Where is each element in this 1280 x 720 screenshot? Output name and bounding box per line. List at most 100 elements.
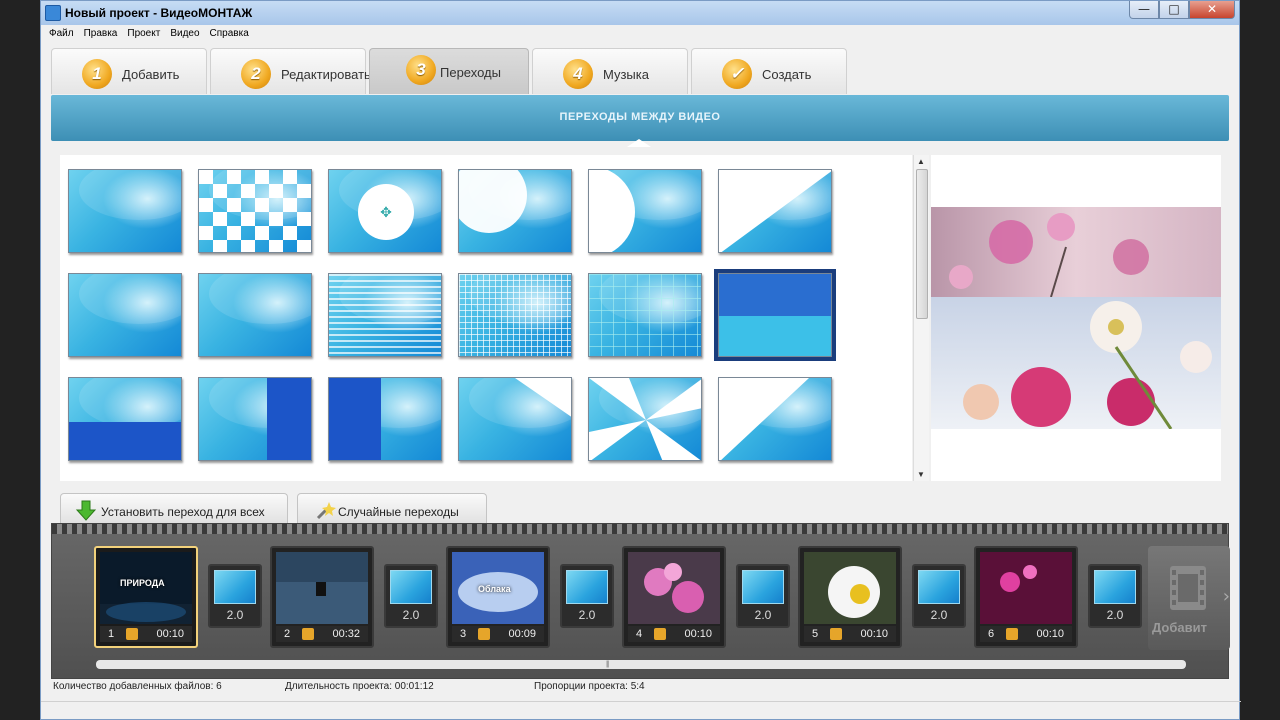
transition-thumbnail[interactable]: ✥ [328, 169, 442, 253]
edit-pencil-icon[interactable] [1006, 628, 1018, 640]
step-music[interactable]: 4 Музыка [532, 48, 688, 94]
clip-number: 2 [284, 628, 291, 640]
close-button[interactable]: ✕ [1189, 1, 1235, 19]
scroll-up-icon[interactable]: ▲ [917, 157, 925, 166]
transition-thumbnail [390, 570, 432, 604]
step-label: Редактировать [281, 67, 371, 82]
set-all-label: Установить переход для всех [101, 505, 265, 519]
menu-bar: Файл Правка Проект Видео Справка [41, 25, 1239, 42]
section-banner: ПЕРЕХОДЫ МЕЖДУ ВИДЕО [51, 95, 1229, 147]
scroll-down-icon[interactable]: ▼ [917, 470, 925, 479]
transition-thumbnail[interactable] [198, 377, 312, 461]
clip-duration: 00:32 [332, 628, 360, 640]
transition-thumbnail[interactable] [68, 377, 182, 461]
clip-title: ПРИРОДА [120, 578, 165, 588]
storyboard-clip[interactable]: Облака 3 00:09 [446, 546, 550, 648]
divider [41, 701, 1241, 702]
storyboard-clip[interactable]: 2 00:32 [270, 546, 374, 648]
edit-pencil-icon[interactable] [654, 628, 666, 640]
edit-pencil-icon[interactable] [302, 628, 314, 640]
status-ratio: Пропорции проекта: 5:4 [534, 681, 645, 692]
clip-thumbnail [628, 552, 720, 624]
step-number: 2 [241, 59, 271, 89]
film-perforation [52, 524, 1228, 534]
transition-thumbnail [566, 570, 608, 604]
menu-edit[interactable]: Правка [84, 28, 118, 39]
edit-pencil-icon[interactable] [478, 628, 490, 640]
clip-transition[interactable]: 2.0 [1088, 564, 1142, 628]
set-transition-for-all-button[interactable]: Установить переход для всех [60, 493, 288, 523]
transition-duration: 2.0 [578, 608, 596, 622]
svg-text:✥: ✥ [380, 204, 392, 220]
transition-preview [931, 155, 1221, 481]
transition-thumbnail[interactable] [588, 169, 702, 253]
storyboard-clip[interactable]: 5 00:10 [798, 546, 902, 648]
step-label: Создать [762, 67, 812, 82]
status-files: Количество добавленных файлов: 6 [53, 681, 222, 692]
transition-thumbnail[interactable] [68, 273, 182, 357]
step-add[interactable]: 1 Добавить [51, 48, 207, 94]
clip-info-bar: 4 00:10 [628, 626, 720, 642]
transition-thumbnail[interactable] [458, 169, 572, 253]
menu-help[interactable]: Справка [210, 28, 249, 39]
title-bar[interactable]: Новый проект - ВидеоМОНТАЖ — □ ✕ [41, 1, 1239, 25]
transition-thumbnail[interactable] [198, 273, 312, 357]
transition-thumbnail[interactable] [458, 273, 572, 357]
chevron-right-icon[interactable]: › [1223, 586, 1230, 607]
transition-thumbnail[interactable] [718, 169, 832, 253]
clip-transition[interactable]: 2.0 [912, 564, 966, 628]
clip-number: 1 [108, 628, 115, 640]
clip-info-bar: 1 00:10 [100, 626, 192, 642]
transition-thumbnail[interactable] [718, 377, 832, 461]
transition-thumbnail[interactable] [198, 169, 312, 253]
step-edit[interactable]: 2 Редактировать [210, 48, 371, 94]
random-transitions-button[interactable]: Случайные переходы [297, 493, 487, 523]
transition-thumbnail[interactable] [328, 377, 442, 461]
clip-number: 4 [636, 628, 643, 640]
timeline-scrollbar[interactable]: ||| [96, 660, 1186, 669]
clip-transition[interactable]: 2.0 [384, 564, 438, 628]
menu-file[interactable]: Файл [49, 28, 74, 39]
add-clip-label: Добавит [1152, 620, 1207, 635]
transition-duration: 2.0 [226, 608, 244, 622]
step-number: 4 [563, 59, 593, 89]
storyboard-clip[interactable]: ПРИРОДА 1 00:10 [94, 546, 198, 648]
step-label: Переходы [440, 65, 501, 80]
random-label: Случайные переходы [338, 505, 459, 519]
film-icon [1170, 566, 1206, 610]
gallery-scrollbar[interactable]: ▲ ▼ [913, 155, 929, 481]
transition-thumbnail [1094, 570, 1136, 604]
step-create[interactable]: ✓ Создать [691, 48, 847, 94]
clip-duration: 00:10 [684, 628, 712, 640]
transition-thumbnail[interactable] [714, 269, 836, 361]
transition-thumbnail [214, 570, 256, 604]
status-bar: Количество добавленных файлов: 6 Длитель… [51, 681, 1229, 695]
transition-thumbnail[interactable] [328, 273, 442, 357]
step-transitions[interactable]: 3 Переходы [369, 48, 529, 94]
minimize-button[interactable]: — [1129, 1, 1159, 19]
storyboard-clip[interactable]: 4 00:10 [622, 546, 726, 648]
scroll-thumb[interactable] [916, 169, 928, 319]
step-number: 3 [406, 55, 436, 85]
maximize-button[interactable]: □ [1159, 1, 1189, 19]
edit-pencil-icon[interactable] [126, 628, 138, 640]
transition-thumbnail[interactable] [588, 377, 702, 461]
clip-transition[interactable]: 2.0 [736, 564, 790, 628]
clip-transition[interactable]: 2.0 [208, 564, 262, 628]
step-number: 1 [82, 59, 112, 89]
transition-thumbnail[interactable] [458, 377, 572, 461]
clip-thumbnail [980, 552, 1072, 624]
transition-thumbnail[interactable] [588, 273, 702, 357]
add-clip-button[interactable]: Добавит › [1148, 546, 1230, 650]
transition-thumbnail[interactable] [68, 169, 182, 253]
clip-number: 3 [460, 628, 467, 640]
menu-project[interactable]: Проект [127, 28, 160, 39]
storyboard-clip[interactable]: 6 00:10 [974, 546, 1078, 648]
clip-number: 5 [812, 628, 819, 640]
clip-transition[interactable]: 2.0 [560, 564, 614, 628]
clip-thumbnail [276, 552, 368, 624]
menu-video[interactable]: Видео [170, 28, 199, 39]
storyboard-timeline: ПРИРОДА 1 00:10 2.0 2 00:32 2.0 Облака 3 00:09 2.0… [51, 523, 1230, 679]
clip-title: Облака [478, 584, 511, 594]
edit-pencil-icon[interactable] [830, 628, 842, 640]
